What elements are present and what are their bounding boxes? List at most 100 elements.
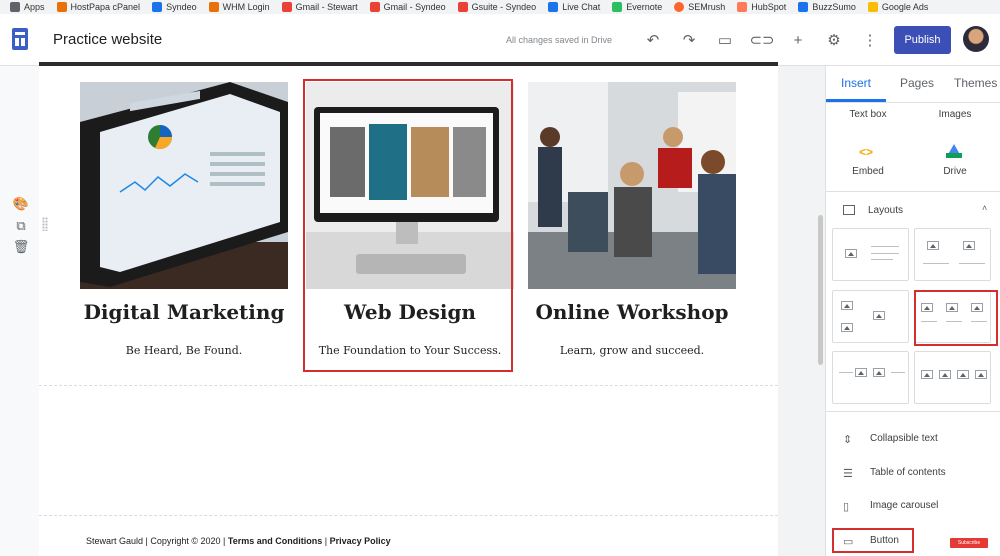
image-placeholder-icon [921,370,933,379]
buzzsumo-icon [798,2,809,12]
hubspot-icon [737,2,748,12]
card-subtitle[interactable]: Learn, grow and succeed. [528,344,736,357]
share-icon[interactable]: + [788,30,808,50]
image-carousel-icon: ▯ [843,501,850,513]
gmail-icon [369,2,380,12]
footer-copyright: Stewart Gauld | Copyright © 2020 | [86,536,228,546]
bookmark-semrush[interactable]: SEMrush [674,2,725,12]
settings-icon[interactable]: ⚙ [824,30,844,50]
card-subtitle[interactable]: Be Heard, Be Found. [80,344,288,357]
publish-button[interactable]: Publish [894,26,951,54]
footer-divider [39,515,778,516]
gmail-icon [281,2,292,12]
image-placeholder-icon [845,249,857,258]
tablet-analytics-photo[interactable] [80,82,288,289]
more-icon[interactable]: ⋮ [860,30,880,50]
insert-drive[interactable]: Drive [935,166,975,177]
undo-icon[interactable]: ↶ [643,30,663,50]
services-section[interactable]: Digital Marketing Be Heard, Be Found. We… [80,80,740,380]
layout-option-5[interactable] [832,351,909,404]
duplicate-icon[interactable]: ⧉ [13,218,29,234]
text-line [923,263,949,264]
canvas-scrollbar[interactable] [818,215,823,365]
google-sites-logo-icon[interactable] [12,28,28,50]
image-placeholder-icon [957,370,969,379]
avatar[interactable] [963,26,989,52]
tab-pages[interactable]: Pages [900,76,934,90]
terms-link[interactable]: Terms and Conditions [228,536,322,546]
bookmark-apps[interactable]: Apps [10,2,45,12]
subscribe-badge[interactable]: Subscribe [950,538,988,548]
drive-icon[interactable] [946,144,962,158]
text-line [871,259,893,260]
layout-option-2[interactable] [914,228,991,281]
image-placeholder-icon [873,368,885,377]
bookmark-evernote[interactable]: Evernote [612,2,662,12]
layouts-header[interactable]: Layouts [868,205,903,216]
bookmark-gmail-syndeo[interactable]: Gmail - Syndeo [369,2,446,12]
card-title[interactable]: Web Design [306,300,514,324]
office-meeting-photo[interactable] [528,82,736,289]
bookmark-gmail-stewart[interactable]: Gmail - Stewart [281,2,358,12]
delete-icon[interactable]: 🗑 [13,239,30,255]
layout-option-6[interactable] [914,351,991,404]
bookmark-syndeo[interactable]: Syndeo [152,2,197,12]
gmail-icon [457,2,468,12]
bookmark-hostpapa[interactable]: HostPapa cPanel [56,2,140,12]
panel-divider [826,411,1000,412]
drag-handle[interactable] [42,217,48,231]
card-subtitle[interactable]: The Foundation to Your Success. [306,344,514,357]
insert-images[interactable]: Images [935,109,975,120]
text-line [959,263,985,264]
table-of-contents-icon: ☰ [843,468,853,480]
bookmark-gsuite[interactable]: Gsuite - Syndeo [457,2,536,12]
chevron-up-icon[interactable]: ˄ [982,203,987,213]
insert-embed[interactable]: Embed [848,166,888,177]
bookmark-hubspot[interactable]: HubSpot [737,2,786,12]
palette-icon[interactable]: 🎨 [13,196,29,212]
image-placeholder-icon [873,311,885,320]
text-line [871,253,899,254]
bookmark-livechat[interactable]: Live Chat [548,2,600,12]
panel-divider [826,191,1000,192]
text-line [839,372,853,373]
image-placeholder-icon [927,241,939,250]
footer-separator: | [322,536,330,546]
card-title[interactable]: Online Workshop [528,300,736,324]
syndeo-icon [152,2,163,12]
tab-themes[interactable]: Themes [954,76,997,90]
semrush-icon [674,2,685,12]
evernote-icon [612,2,623,12]
layout-option-1[interactable] [832,228,909,281]
header-banner-edge [39,62,778,66]
section-toolstrip: 🎨 ⧉ 🗑 [0,66,39,556]
layout-option-3[interactable] [832,290,909,343]
bookmark-buzzsumo[interactable]: BuzzSumo [798,2,856,12]
image-placeholder-icon [855,368,867,377]
image-placeholder-icon [841,301,853,310]
bookmarks-bar: Apps HostPapa cPanel Syndeo WHM Login Gm… [0,0,1000,14]
image-placeholder-icon [841,323,853,332]
link-icon[interactable]: ⊂⊃ [749,30,774,50]
redo-icon[interactable]: ↷ [679,30,699,50]
privacy-link[interactable]: Privacy Policy [330,536,391,546]
bookmark-google-ads[interactable]: Google Ads [867,2,928,12]
card-online-workshop[interactable]: Online Workshop Learn, grow and succeed. [528,80,736,370]
card-title[interactable]: Digital Marketing [80,300,288,324]
app-bar: Practice website All changes saved in Dr… [0,14,1000,66]
save-status: All changes saved in Drive [506,35,613,45]
collapsible-text-icon: ⇕ [843,434,853,446]
tab-insert[interactable]: Insert [841,76,871,90]
preview-icon[interactable]: ▭ [715,30,735,50]
site-footer[interactable]: Stewart Gauld | Copyright © 2020 | Terms… [86,536,391,546]
bookmark-whm[interactable]: WHM Login [208,2,270,12]
site-title[interactable]: Practice website [53,31,162,48]
monitor-gallery-photo[interactable] [306,82,514,289]
text-line [871,246,899,247]
embed-icon[interactable]: <> [859,145,879,159]
card-web-design[interactable]: Web Design The Foundation to Your Succes… [306,80,514,370]
image-placeholder-icon [975,370,987,379]
image-placeholder-icon [939,370,951,379]
card-digital-marketing[interactable]: Digital Marketing Be Heard, Be Found. [80,80,288,370]
insert-text-box[interactable]: Text box [848,109,888,120]
